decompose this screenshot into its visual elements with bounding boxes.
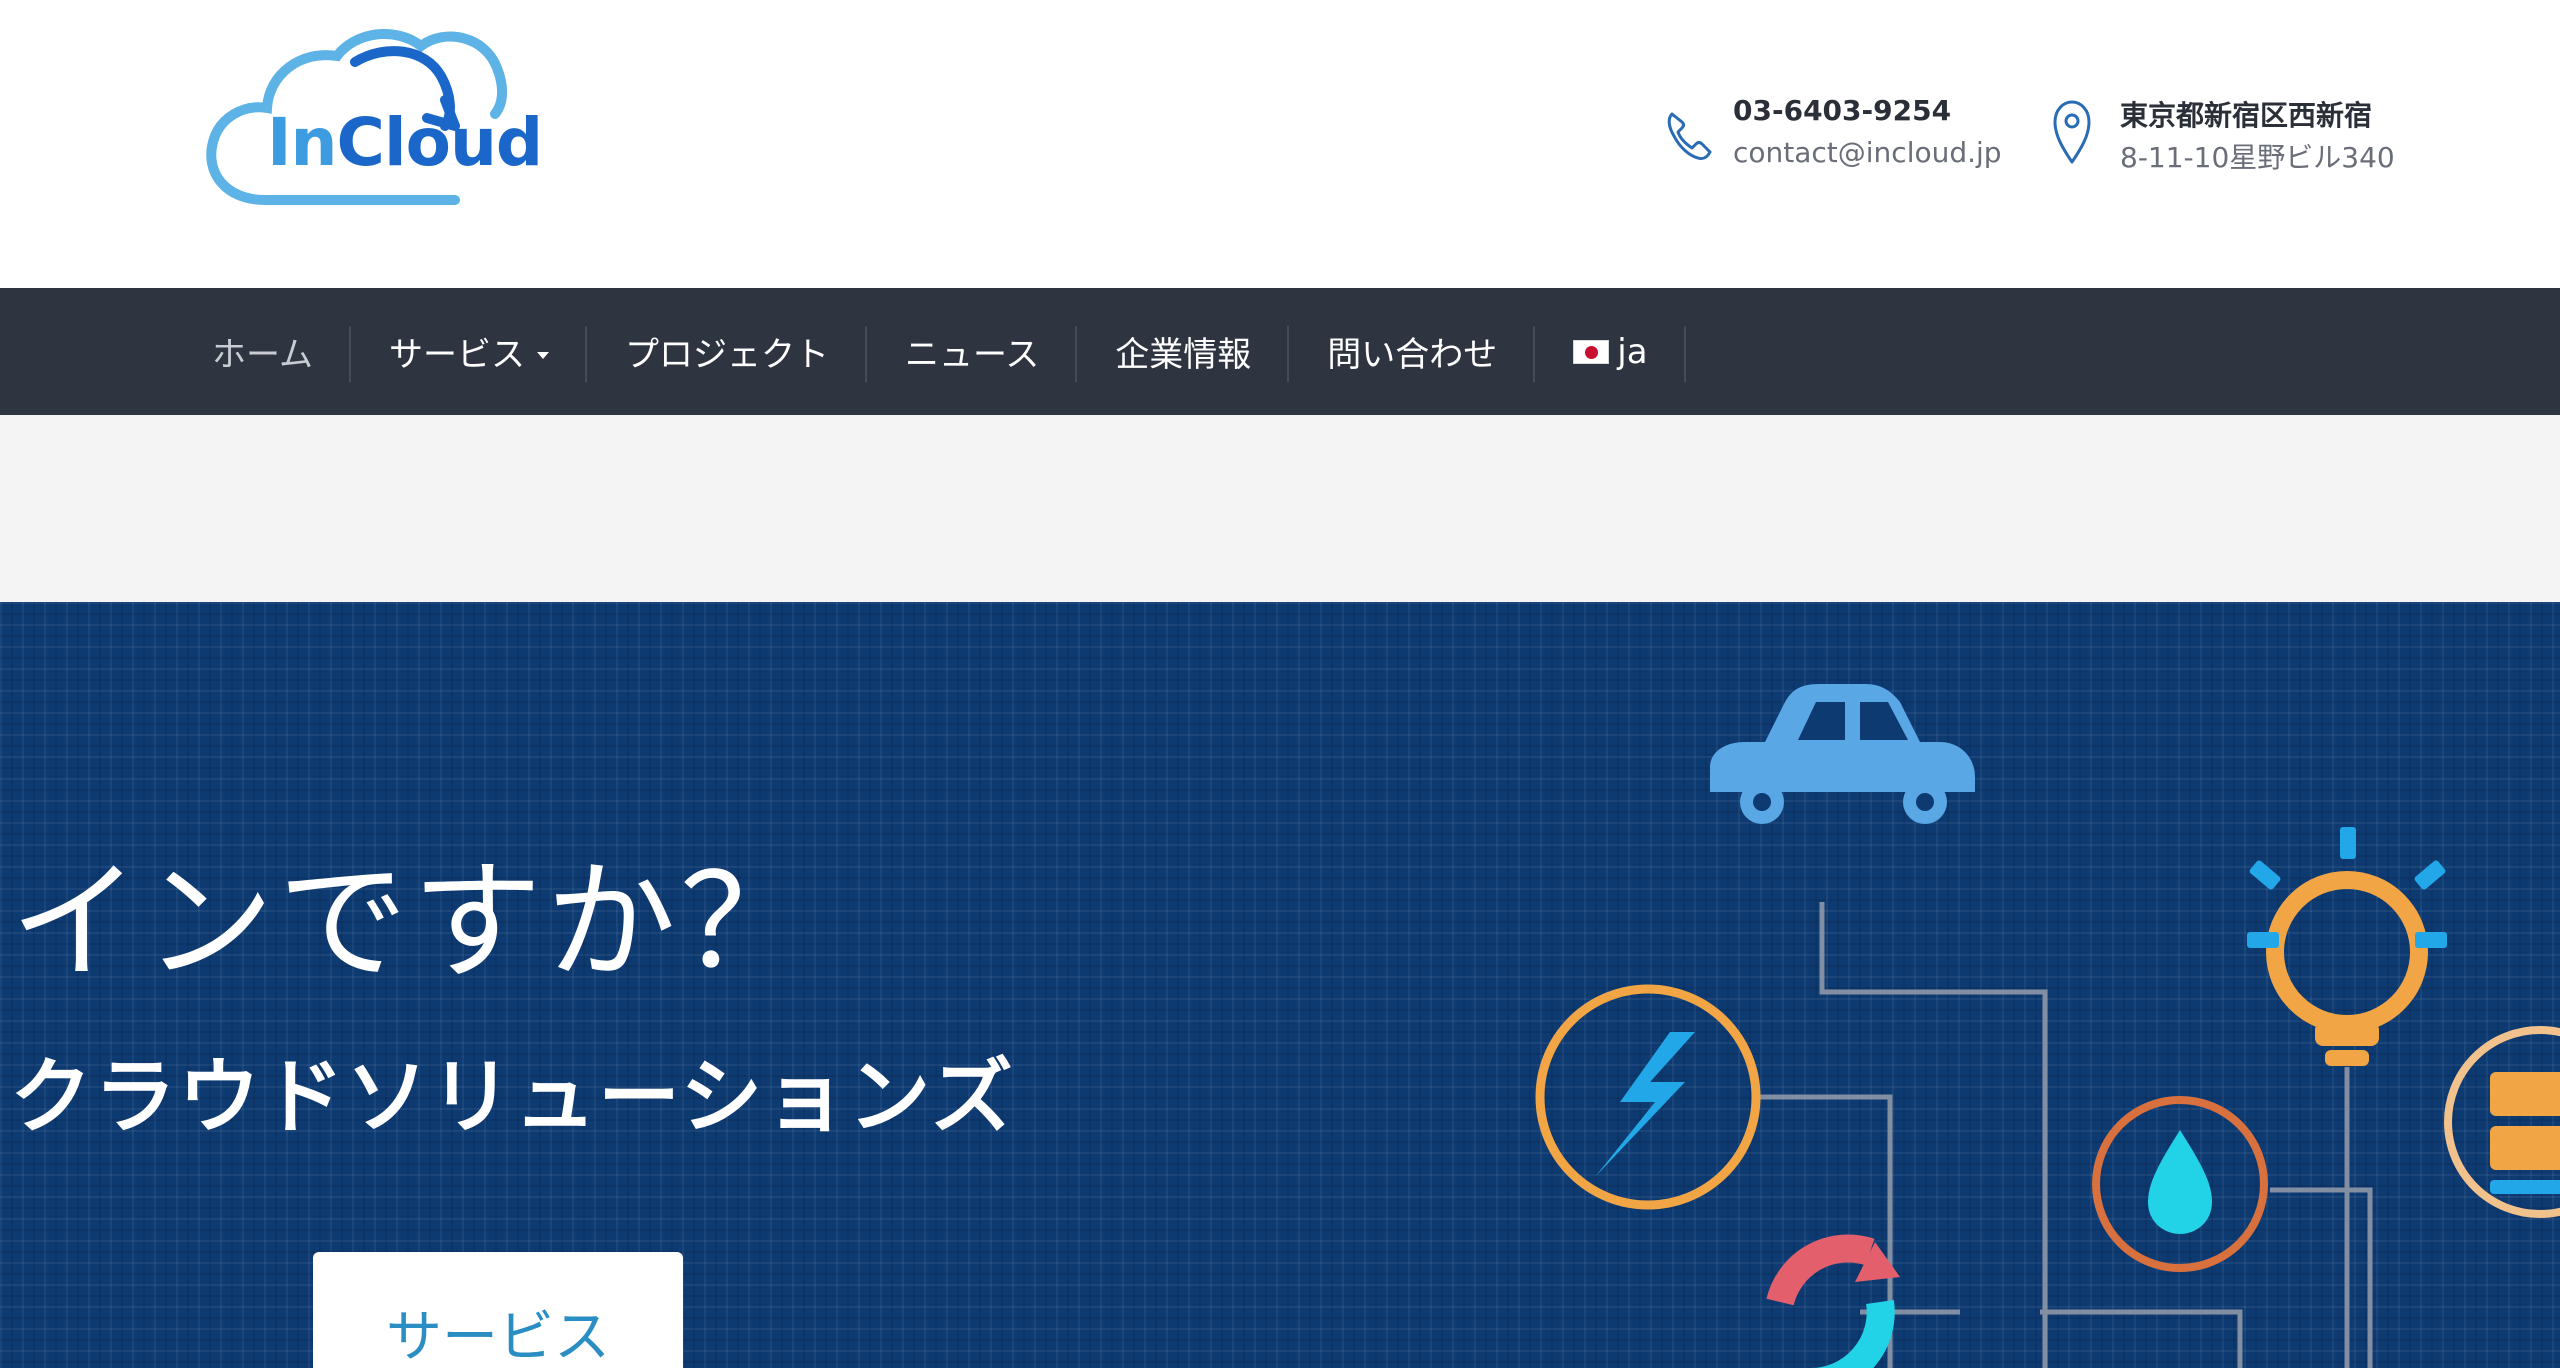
hero-title: インですか？ [10,846,815,998]
incloud-logo[interactable]: InCloud [205,22,543,207]
logo-suffix: Cloud [336,104,544,181]
nav-item-news[interactable]: ニュース [867,288,1078,415]
nav-item-contact[interactable]: 問い合わせ [1289,288,1536,415]
japan-flag-icon [1573,339,1610,364]
nav-list: ホーム サービス プロジェクト ニュース 企業情報 問い合わせ ja [190,288,1686,415]
nav-item-language[interactable]: ja [1535,288,1686,415]
map-pin-icon [2053,100,2091,164]
nav-item-label: サービス [388,335,525,375]
site-header: InCloud 03-6403-9254 contact@incloud.jp … [0,0,2560,288]
lightning-icon [1535,984,1761,1210]
nav-item-label: ホーム [212,335,313,375]
nav-divider [1683,326,1686,382]
contact-address: 東京都新宿区西新宿 8-11-10星野ビル340 [2045,92,2445,182]
nav-item-label: 企業情報 [1115,335,1252,375]
address-line-1: 東京都新宿区西新宿 [2120,99,2373,132]
phone-icon [1667,112,1712,160]
nav-item-label: 問い合わせ [1327,335,1498,375]
email-address[interactable]: contact@incloud.jp [1733,136,2002,169]
nav-item-home[interactable]: ホーム [190,288,351,415]
water-drop-icon [2092,1096,2268,1272]
address-line-2: 8-11-10星野ビル340 [2120,141,2395,174]
contact-phone: 03-6403-9254 contact@incloud.jp [1658,92,2002,182]
refresh-icon [1766,1234,1900,1368]
car-icon [1710,684,1975,824]
server-icon [2444,1026,2560,1218]
phone-number[interactable]: 03-6403-9254 [1733,94,1951,127]
language-label: ja [1617,331,1648,372]
services-button-label: サービス [386,1305,610,1368]
main-nav: ホーム サービス プロジェクト ニュース 企業情報 問い合わせ ja [0,288,2560,415]
nav-item-projects[interactable]: プロジェクト [587,288,867,415]
nav-item-label: プロジェクト [624,335,829,375]
logo-wordmark: InCloud [267,110,543,176]
hero-banner: インですか？ クラウドソリューションズ サービス [0,602,2560,1368]
lightbulb-icon [2247,827,2447,1066]
hero-illustration [1535,684,2560,1368]
nav-item-services[interactable]: サービス [351,288,587,415]
caret-down-icon [536,352,549,359]
nav-item-company[interactable]: 企業情報 [1077,288,1290,415]
hero-subtitle: クラウドソリューションズ [10,1050,1015,1145]
content-spacer [0,415,2560,602]
logo-prefix: In [267,104,338,181]
services-button[interactable]: サービス [313,1252,683,1368]
nav-item-label: ニュース [904,335,1040,375]
